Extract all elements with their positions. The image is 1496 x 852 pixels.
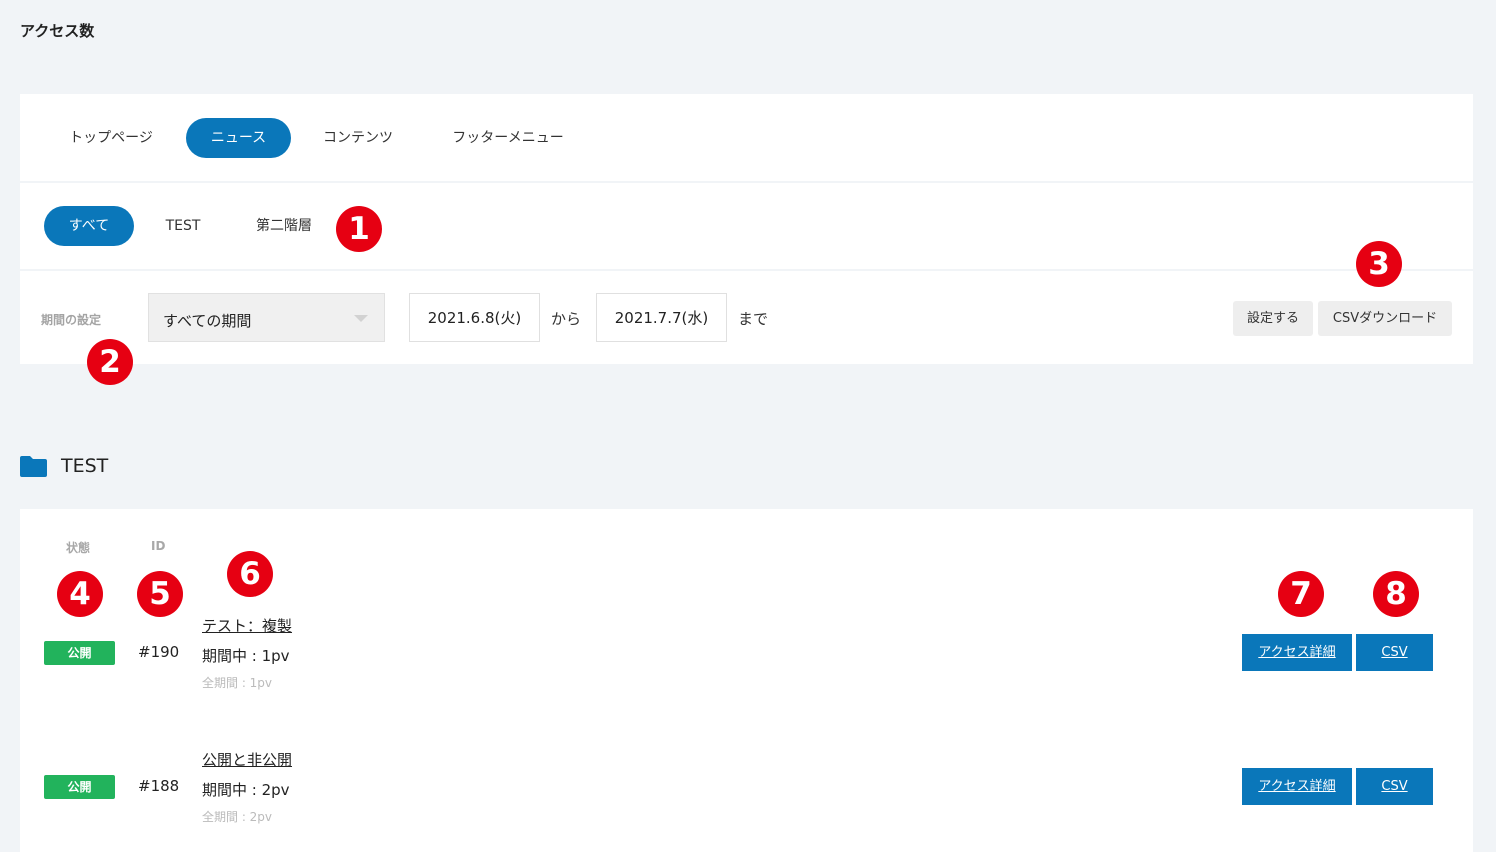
row-period-pv: 期間中 : 1pv [202, 647, 290, 665]
row-id: #190 [138, 643, 180, 661]
access-detail-button[interactable]: アクセス詳細 [1242, 768, 1352, 805]
subtab-test[interactable]: TEST [150, 206, 216, 246]
subcategory-tabs-panel: すべて TEST 第二階層 [20, 183, 1473, 269]
annotation-marker-6: 6 [227, 551, 273, 597]
chevron-down-icon [354, 315, 368, 322]
subtab-second-level[interactable]: 第二階層 [242, 206, 326, 246]
tab-footer-menu[interactable]: フッターメニュー [438, 118, 578, 158]
annotation-marker-7: 7 [1278, 571, 1324, 617]
annotation-marker-2: 2 [87, 339, 133, 385]
tab-contents[interactable]: コンテンツ [307, 118, 409, 158]
tab-top-page[interactable]: トップページ [56, 118, 166, 158]
from-date-field[interactable]: 2021.6.8(火) [409, 293, 540, 342]
row-total-pv: 全期間 : 1pv [202, 676, 273, 690]
column-header-status: 状態 [66, 541, 91, 555]
from-text: から [551, 310, 582, 328]
status-badge: 公開 [44, 775, 115, 799]
annotation-marker-8: 8 [1373, 571, 1419, 617]
section-title: TEST [61, 455, 109, 477]
row-id: #188 [138, 777, 180, 795]
row-csv-button[interactable]: CSV [1356, 768, 1433, 805]
apply-period-button[interactable]: 設定する [1233, 301, 1313, 336]
row-csv-button[interactable]: CSV [1356, 634, 1433, 671]
annotation-marker-3: 3 [1356, 241, 1402, 287]
annotation-marker-5: 5 [137, 571, 183, 617]
period-label: 期間の設定 [41, 313, 102, 327]
column-header-id: ID [151, 539, 166, 553]
to-date-field[interactable]: 2021.7.7(水) [596, 293, 727, 342]
folder-icon [20, 456, 47, 477]
row-period-pv: 期間中 : 2pv [202, 781, 290, 799]
access-detail-button[interactable]: アクセス詳細 [1242, 634, 1352, 671]
csv-download-button[interactable]: CSVダウンロード [1318, 301, 1452, 336]
period-settings-panel: 期間の設定 すべての期間 2021.6.8(火) から 2021.7.7(水) … [20, 271, 1473, 364]
period-select-value: すべての期間 [163, 312, 252, 330]
category-tabs-panel: トップページ ニュース コンテンツ フッターメニュー [20, 94, 1473, 181]
subtab-all[interactable]: すべて [44, 206, 134, 246]
to-text: まで [738, 310, 769, 328]
status-badge: 公開 [44, 641, 115, 665]
row-title-link[interactable]: 公開と非公開 [202, 749, 292, 770]
annotation-marker-1: 1 [336, 206, 382, 252]
row-total-pv: 全期間 : 2pv [202, 810, 273, 824]
period-select[interactable]: すべての期間 [148, 293, 385, 342]
row-title-link[interactable]: テスト：複製 [202, 615, 292, 636]
tab-news[interactable]: ニュース [186, 118, 291, 158]
page-title: アクセス数 [20, 22, 95, 40]
annotation-marker-4: 4 [57, 571, 103, 617]
